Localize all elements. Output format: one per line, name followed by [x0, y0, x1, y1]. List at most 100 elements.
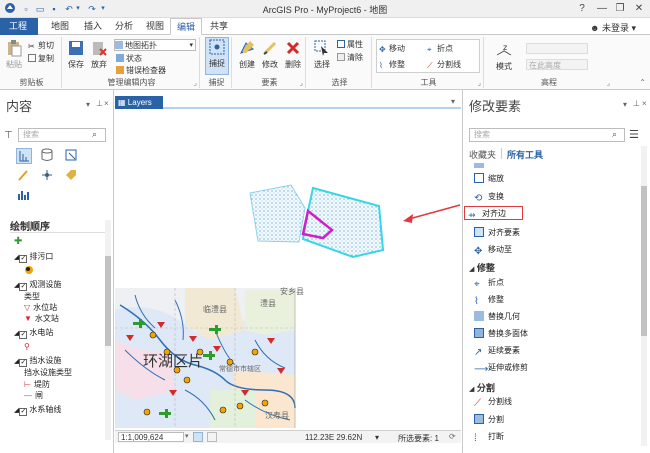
modify-options-icon[interactable]: ▾	[623, 100, 627, 109]
layer-row-observation[interactable]: ◢✓ 观测设施	[14, 279, 61, 291]
tool-split-line[interactable]: ⟋ 分割线	[474, 395, 512, 409]
modify-scrollbar[interactable]	[641, 146, 647, 446]
selected-features-count[interactable]: 所选要素: 1	[398, 433, 439, 444]
tab-edit[interactable]: 编辑	[170, 18, 203, 35]
modify-pin-icon[interactable]: ⊥	[633, 99, 640, 108]
tool-reshape[interactable]: ⌇ 修整	[474, 293, 504, 307]
tool-vertex[interactable]: ⌖ 折点	[427, 43, 453, 54]
tool-split[interactable]: ⟋ 分割线	[427, 59, 461, 70]
layer-row-retaining[interactable]: ◢✓ 挡水设施	[14, 355, 61, 367]
refresh-icon[interactable]: ⟳	[449, 432, 456, 441]
modify-search-input[interactable]: 搜索	[469, 128, 625, 142]
features-launcher-icon[interactable]: ⌟	[300, 79, 303, 87]
modify-close-icon[interactable]: ×	[642, 99, 647, 108]
select-button[interactable]: 选择	[310, 39, 334, 70]
tool-reshape[interactable]: ⌇ 修整	[379, 59, 405, 70]
tool-move[interactable]: ✥ 移动	[379, 43, 405, 54]
modify-features-button[interactable]: 修改	[259, 39, 281, 70]
layer-visibility-checkbox[interactable]: ✓	[19, 408, 28, 416]
tab-insert[interactable]: 插入	[78, 18, 108, 35]
tab-map[interactable]: 地图	[45, 18, 75, 35]
close-button[interactable]: ✕	[631, 2, 647, 16]
attributes-button[interactable]: 属性	[337, 39, 363, 50]
save-edits-button[interactable]: 保存	[66, 39, 86, 70]
tools-launcher-icon[interactable]: ⌟	[478, 79, 481, 87]
map-view[interactable]: 环湖区片 临澧县 澧县 安乡县 常德市市辖区 汉寿县	[115, 90, 461, 453]
map-canvas[interactable]	[115, 90, 461, 430]
tool-align-edge[interactable]: ⇸ 对齐边	[464, 206, 523, 220]
layer-row-outfall[interactable]: ◢✓ 排污口	[14, 251, 53, 263]
tool-break[interactable]: ⁞ 打断	[474, 430, 504, 444]
delete-features-button[interactable]: 删除	[282, 39, 304, 70]
list-by-source-button[interactable]	[40, 148, 56, 164]
list-by-snapping-button[interactable]	[40, 168, 56, 184]
layer-visibility-checkbox[interactable]: ✓	[19, 255, 28, 263]
help-button[interactable]: ?	[574, 2, 590, 16]
tool-align-features[interactable]: 对齐要素	[474, 226, 520, 240]
map-tab-list-icon[interactable]: ▾	[451, 97, 455, 106]
cut-button[interactable]: ✂ 剪切	[28, 40, 54, 51]
layer-row-river-axis[interactable]: ◢✓ 水系轴线	[14, 404, 61, 416]
snapping-button[interactable]: 捕捉	[205, 37, 229, 75]
elevation-value-input[interactable]	[526, 43, 588, 54]
collapse-icon[interactable]: ◢	[469, 386, 474, 393]
tab-project[interactable]: 工程	[0, 18, 38, 35]
paste-button[interactable]: 粘贴	[4, 39, 24, 70]
tool-split[interactable]: 分割	[474, 413, 504, 427]
restore-button[interactable]: ❐	[612, 2, 628, 16]
tool-extend-trim[interactable]: ⟶延伸或修剪	[474, 361, 528, 375]
tool-replace-multipatch[interactable]: 替换多面体	[474, 327, 528, 341]
list-by-editing-button[interactable]	[16, 168, 32, 184]
collapse-icon[interactable]: ◢	[469, 266, 474, 273]
modify-menu-icon[interactable]: ☰	[629, 128, 639, 141]
category-split[interactable]: ◢ 分割	[469, 381, 495, 394]
map-scale-dropdown[interactable]: 1:1,009,624	[118, 432, 184, 442]
clear-selection-button[interactable]: 清除	[337, 52, 363, 63]
elevation-launcher-icon[interactable]: ⌟	[607, 79, 610, 87]
tool-vertices[interactable]: ⌖ 折点	[474, 276, 504, 290]
discard-edits-button[interactable]: 放弃	[89, 39, 109, 70]
tool-move-to[interactable]: ✥ 移动至	[474, 243, 512, 257]
collapse-ribbon-icon[interactable]: ⌃	[639, 78, 646, 87]
map-tab-close-icon[interactable]: ×	[120, 111, 125, 120]
topology-dropdown[interactable]: 地图拓扑 ▾	[114, 39, 196, 51]
contents-pin-icon[interactable]: ⊥	[96, 99, 103, 108]
list-by-charts-button[interactable]	[16, 188, 32, 204]
error-inspector-button[interactable]: 错误检查器	[116, 65, 166, 76]
elevation-mode-button[interactable]: z 模式	[492, 41, 516, 72]
user-account[interactable]: ☻ 未登录 ▾	[590, 21, 636, 34]
tool-scale[interactable]: 缩放	[474, 172, 504, 186]
tool-scale-partial[interactable]	[474, 162, 488, 168]
layer-row-hydropower[interactable]: ◢✓ 水电站	[14, 327, 53, 339]
tool-continue-feature[interactable]: ↗ 延续要素	[474, 344, 520, 358]
filter-icon[interactable]: ⊤	[4, 130, 13, 141]
contents-options-icon[interactable]: ▾	[86, 100, 90, 109]
contents-scroll-thumb[interactable]	[105, 256, 111, 346]
elevation-field-input[interactable]: 在此高度	[526, 59, 588, 70]
tab-all-tools[interactable]: 所有工具	[507, 148, 543, 161]
create-features-button[interactable]: 创建	[236, 39, 258, 70]
scale-caret-icon[interactable]: ▾	[185, 432, 189, 440]
layer-row-add[interactable]: ✚	[14, 236, 22, 247]
contents-scrollbar[interactable]	[105, 220, 111, 440]
map-tab-layers[interactable]: ▦ Layers ×	[115, 96, 163, 120]
layer-visibility-checkbox[interactable]: ✓	[19, 283, 28, 291]
tab-favorites[interactable]: 收藏夹	[469, 148, 496, 161]
tab-analysis[interactable]: 分析	[109, 18, 139, 35]
layer-visibility-checkbox[interactable]: ✓	[19, 331, 28, 339]
polygon-feature-left[interactable]	[249, 184, 306, 243]
list-by-labeling-button[interactable]	[64, 168, 80, 184]
coordinate-caret-icon[interactable]: ▾	[375, 433, 379, 442]
modify-scroll-thumb[interactable]	[641, 186, 647, 336]
list-by-drawing-order-button[interactable]	[16, 148, 32, 164]
grid-toggle-icon[interactable]	[193, 432, 203, 442]
category-reshape[interactable]: ◢ 修整	[469, 261, 495, 274]
fullscreen-toggle-icon[interactable]	[207, 432, 217, 442]
list-by-selection-button[interactable]	[64, 148, 80, 164]
status-button[interactable]: 状态	[116, 53, 142, 64]
layer-visibility-checkbox[interactable]: ✓	[19, 359, 28, 367]
copy-button[interactable]: 复制	[28, 53, 54, 64]
tab-share[interactable]: 共享	[204, 18, 234, 35]
tool-transform[interactable]: ⟲ 变换	[474, 190, 504, 204]
polygon-feature-right-selected[interactable]	[301, 186, 385, 259]
